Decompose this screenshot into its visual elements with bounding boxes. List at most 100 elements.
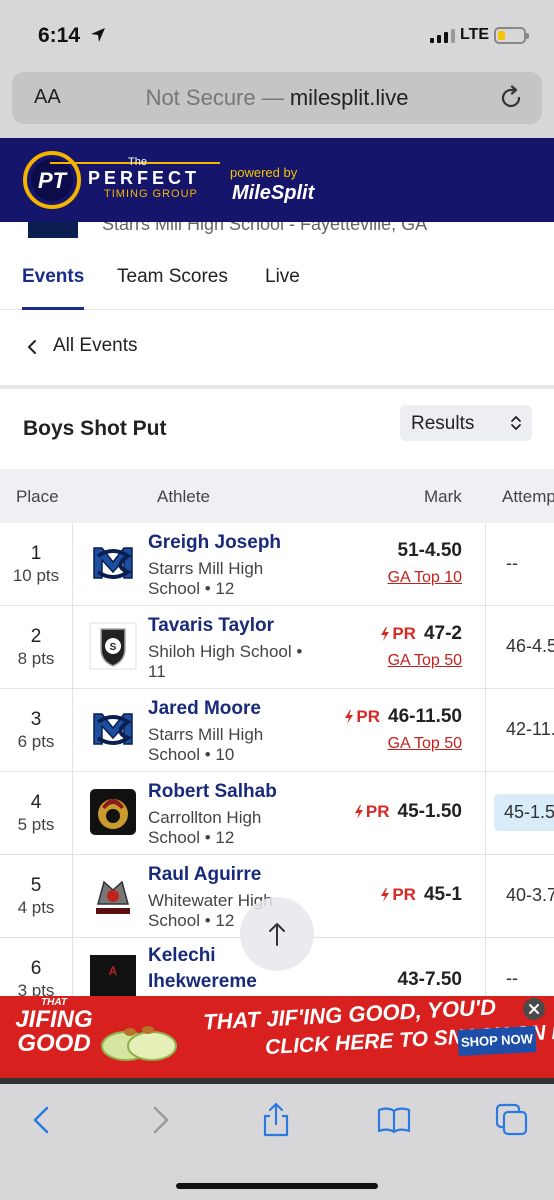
place-cell: 4 5 pts [0, 772, 73, 854]
location-arrow-icon [91, 28, 105, 42]
network-type: LTE [460, 26, 490, 43]
svg-text:S: S [110, 642, 117, 653]
results-view-select[interactable]: Results [400, 405, 532, 441]
athlete-school: Shiloh High School • 11 [148, 642, 303, 681]
shiloh-generals-logo: S [88, 621, 138, 671]
lightning-icon [380, 885, 392, 904]
athlete-school: Starrs Mill High School • 12 [148, 559, 264, 598]
athlete-name[interactable]: Raul Aguirre [148, 864, 261, 886]
attempts-cell: -- [485, 523, 554, 605]
tabs-icon[interactable] [494, 1102, 530, 1138]
pr-label: PR [356, 707, 381, 726]
banner-perfect: PERFECT [88, 168, 201, 188]
attempt-value: 40-3.7 [506, 885, 554, 905]
url-domain: milesplit.live [289, 85, 409, 110]
place-number: 1 [30, 543, 42, 564]
athlete-school: Starrs Mill High School • 10 [148, 725, 264, 764]
all-events-label: All Events [53, 335, 138, 356]
active-tab-indicator [22, 307, 84, 310]
url-display[interactable]: Not Secure — milesplit.live [12, 85, 542, 111]
svg-text:PT: PT [38, 168, 68, 193]
apple-slices-image [101, 1026, 177, 1061]
advertisement-banner[interactable]: THAT JIFING GOOD THAT JIF'ING GOOD, YOU'… [0, 996, 554, 1078]
athlete-name[interactable]: Jared Moore [148, 698, 261, 720]
table-row[interactable]: 4 5 pts Robert Salhab Carrollton High Schoo… [0, 772, 554, 855]
sponsor-banner[interactable]: PT The PERFECT TIMING GROUP powered by M… [0, 138, 554, 222]
athlete-name[interactable]: Robert Salhab [148, 781, 277, 803]
forward-icon[interactable] [142, 1102, 178, 1138]
place-cell: 3 6 pts [0, 689, 73, 771]
tab-bar: Events Team Scores Live [0, 260, 554, 310]
athlete-name[interactable]: Tavaris Taylor [148, 615, 274, 637]
attempt-value: 42-11. [506, 719, 554, 739]
tab-events[interactable]: Events [22, 266, 84, 288]
athlete-name[interactable]: Greigh Joseph [148, 532, 281, 554]
lightning-icon [354, 802, 366, 821]
tab-live[interactable]: Live [265, 266, 300, 288]
place-points: 6 pts [17, 732, 55, 751]
state-ranking-link[interactable]: GA Top 50 [388, 735, 462, 753]
up-down-chevron-icon [511, 416, 521, 430]
place-points: 5 pts [17, 815, 55, 834]
home-indicator [176, 1183, 378, 1189]
place-number: 4 [30, 792, 42, 813]
all-events-link[interactable]: All Events [0, 311, 554, 385]
browser-chrome-top: 6:14 LTE AA Not Secure — milesplit.live [0, 0, 554, 138]
mark-text: 45-1 [423, 884, 462, 905]
pr-label: PR [392, 624, 416, 643]
cellular-signal-icon [430, 29, 455, 43]
athlete-school: Carrollton High School • 12 [148, 808, 262, 847]
mark-value: 43-7.50 [398, 969, 462, 991]
attempt-value: -- [506, 553, 518, 573]
place-number: 6 [30, 958, 42, 979]
bookmarks-icon[interactable] [376, 1102, 412, 1138]
mark-value: PR 47-2 [380, 623, 462, 645]
carrollton-trojans-logo [88, 787, 138, 837]
starrs-mill-logo [88, 538, 138, 588]
attempts-cell: 45-1.5 [485, 772, 554, 854]
mark-text: 51-4.50 [397, 540, 462, 561]
ad-brand-line3: GOOD [17, 1030, 91, 1057]
ad-shop-now-button[interactable]: SHOP NOW [457, 1025, 537, 1057]
close-icon [529, 1004, 539, 1014]
back-icon[interactable] [24, 1102, 60, 1138]
scroll-to-top-button[interactable] [240, 897, 314, 971]
place-points: 4 pts [17, 898, 55, 917]
mark-text: 47-2 [423, 623, 462, 644]
chevron-left-icon [28, 340, 36, 354]
ad-close-button[interactable] [523, 998, 545, 1020]
whitewater-logo [88, 870, 138, 920]
table-row[interactable]: 2 8 pts S Tavaris Taylor Shiloh High School … [0, 606, 554, 689]
attempts-cell: 46-4.5 [485, 606, 554, 688]
attempts-cell: 40-3.7 [485, 855, 554, 937]
mark-value: PR 45-1.50 [354, 801, 462, 823]
mark-text: 46-11.50 [388, 706, 462, 727]
banner-timing-group: TIMING GROUP [104, 188, 198, 200]
pr-badge: PR [380, 624, 416, 643]
meet-subtitle: Starrs Mill High School - Fayetteville, … [102, 222, 428, 234]
event-title: Boys Shot Put [23, 417, 167, 440]
event-header: Boys Shot Put Results [0, 389, 554, 469]
address-bar[interactable]: AA Not Secure — milesplit.live [12, 72, 542, 124]
header-attempts: Attemp [502, 487, 554, 506]
status-time: 6:14 [38, 24, 81, 47]
pr-badge: PR [380, 885, 416, 904]
tab-team-scores[interactable]: Team Scores [117, 266, 228, 288]
state-ranking-link[interactable]: GA Top 50 [388, 652, 462, 670]
reload-icon[interactable] [498, 85, 524, 111]
pr-badge: PR [354, 802, 390, 821]
powered-by-label: powered by [230, 165, 298, 180]
lightning-icon [380, 624, 392, 643]
table-row[interactable]: 3 6 pts Jared Moore Starrs Mill High School… [0, 689, 554, 772]
state-ranking-link[interactable]: GA Top 10 [388, 569, 462, 587]
share-icon[interactable] [258, 1102, 294, 1138]
url-security-label: Not Secure — [145, 85, 290, 110]
arrow-up-icon [269, 923, 285, 946]
place-number: 5 [30, 875, 42, 896]
place-points: 10 pts [12, 566, 60, 585]
header-place: Place [16, 487, 59, 506]
attempts-cell: 42-11. [485, 689, 554, 771]
place-points: 8 pts [17, 649, 55, 668]
attempt-value: 46-4.5 [506, 636, 554, 656]
table-row[interactable]: 1 10 pts Greigh Joseph Starrs Mill High Sch… [0, 523, 554, 606]
